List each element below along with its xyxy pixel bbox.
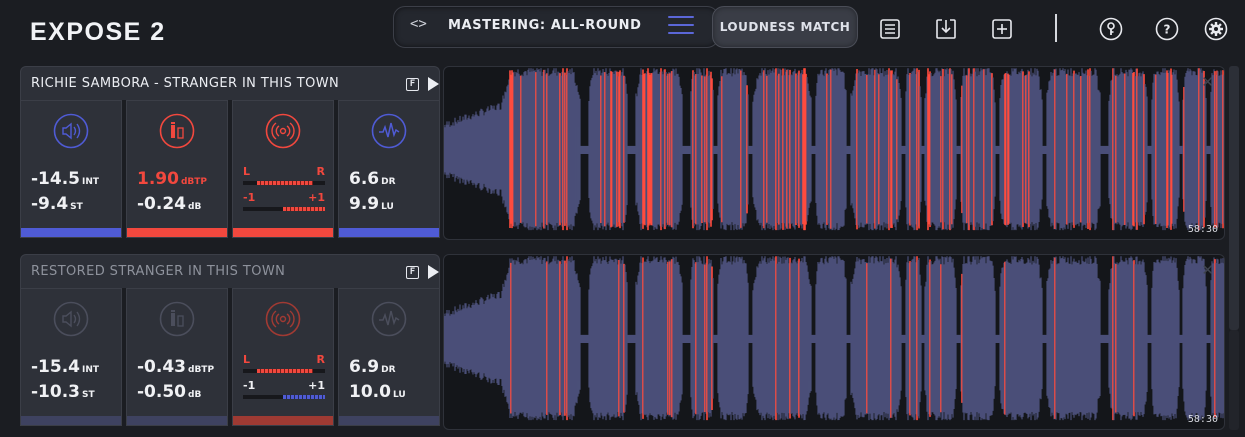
true-peak-value: -0.43 dBTP bbox=[137, 357, 215, 377]
app-title: EXPOSE 2 bbox=[30, 18, 166, 46]
track-panel: RICHIE SAMBORA - STRANGER IN THIS TOWN F… bbox=[20, 66, 1225, 240]
close-track-icon[interactable]: ✕ bbox=[1201, 73, 1214, 91]
waveform-display[interactable]: ✕ 58:30 bbox=[443, 66, 1225, 240]
correlation-labels: -1 +1 bbox=[243, 379, 325, 392]
settings-gear-icon[interactable] bbox=[1204, 17, 1228, 41]
speaker-icon bbox=[53, 301, 89, 337]
preset-menu-icon[interactable] bbox=[668, 16, 694, 36]
loudness-cell[interactable]: -14.5 INT -9.4 ST bbox=[20, 100, 122, 238]
track-title: RICHIE SAMBORA - STRANGER IN THIS TOWN bbox=[31, 76, 340, 91]
help-icon[interactable]: ? bbox=[1155, 17, 1179, 41]
peak-cell[interactable]: 1.90 dBTP -0.24 dB bbox=[126, 100, 228, 238]
peak-meter-icon bbox=[159, 113, 195, 149]
loudness-range-value: 9.9 LU bbox=[349, 194, 394, 214]
preset-name[interactable]: MASTERING: ALL-ROUND bbox=[448, 18, 642, 33]
track-header: RICHIE SAMBORA - STRANGER IN THIS TOWN F bbox=[20, 66, 440, 100]
focus-button[interactable]: F bbox=[406, 266, 419, 279]
stereo-radiate-icon bbox=[265, 113, 301, 149]
correlation-meter bbox=[243, 207, 325, 211]
peak-meter-icon bbox=[159, 301, 195, 337]
short-term-loudness: -9.4 ST bbox=[31, 194, 83, 214]
dynamics-cell[interactable]: 6.6 DR 9.9 LU bbox=[338, 100, 440, 238]
track-duration: 58:30 bbox=[1187, 224, 1218, 235]
status-bar-muted-blue bbox=[339, 416, 439, 425]
add-track-icon[interactable] bbox=[990, 17, 1014, 41]
short-term-loudness: -10.3 ST bbox=[31, 382, 95, 402]
toolbar-divider bbox=[1055, 14, 1057, 42]
dynamic-range-value: 6.9 DR bbox=[349, 357, 396, 377]
track-title: RESTORED STRANGER IN THIS TOWN bbox=[31, 264, 286, 279]
peak-db-value: -0.50 dB bbox=[137, 382, 202, 402]
waveform-pulse-icon bbox=[371, 301, 407, 337]
peak-db-value: -0.24 dB bbox=[137, 194, 202, 214]
integrated-loudness: -15.4 INT bbox=[31, 357, 100, 377]
svg-text:?: ? bbox=[1164, 23, 1171, 37]
waveform-pulse-icon bbox=[371, 113, 407, 149]
preset-selector[interactable]: <> MASTERING: ALL-ROUND bbox=[393, 6, 719, 48]
true-peak-value: 1.90 dBTP bbox=[137, 169, 207, 189]
status-bar-blue bbox=[339, 228, 439, 237]
dynamic-range-value: 6.6 DR bbox=[349, 169, 396, 189]
integrated-loudness: -14.5 INT bbox=[31, 169, 100, 189]
waveform[interactable] bbox=[444, 255, 1225, 430]
dynamics-cell[interactable]: 6.9 DR 10.0 LU bbox=[338, 288, 440, 426]
track-panel: RESTORED STRANGER IN THIS TOWN F -15.4 IN… bbox=[20, 254, 1225, 430]
play-icon[interactable] bbox=[428, 77, 439, 91]
import-icon[interactable] bbox=[934, 17, 958, 41]
status-bar-blue bbox=[21, 228, 121, 237]
status-bar-muted-red bbox=[233, 416, 333, 425]
track-header: RESTORED STRANGER IN THIS TOWN F bbox=[20, 254, 440, 288]
loudness-match-button[interactable]: LOUDNESS MATCH bbox=[712, 6, 858, 48]
vertical-scrollbar[interactable] bbox=[1229, 66, 1239, 330]
peak-cell[interactable]: -0.43 dBTP -0.50 dB bbox=[126, 288, 228, 426]
waveform[interactable] bbox=[444, 67, 1225, 240]
focus-button[interactable]: F bbox=[406, 78, 419, 91]
speaker-icon bbox=[53, 113, 89, 149]
loudness-range-value: 10.0 LU bbox=[349, 382, 406, 402]
play-icon[interactable] bbox=[428, 265, 439, 279]
stereo-balance-meter bbox=[243, 181, 325, 185]
status-bar-red bbox=[127, 228, 227, 237]
stereo-radiate-icon bbox=[265, 301, 301, 337]
correlation-labels: -1 +1 bbox=[243, 191, 325, 204]
status-bar-red bbox=[233, 228, 333, 237]
status-bar-muted-blue bbox=[127, 416, 227, 425]
preset-prev-next-icon[interactable]: <> bbox=[410, 16, 427, 32]
status-bar-muted-blue bbox=[21, 416, 121, 425]
correlation-meter bbox=[243, 395, 325, 399]
track-duration: 58:30 bbox=[1187, 414, 1218, 425]
stereo-cell[interactable]: LR -1 +1 bbox=[232, 288, 334, 426]
stereo-lr-labels: LR bbox=[243, 165, 325, 178]
close-track-icon[interactable]: ✕ bbox=[1201, 261, 1214, 279]
stereo-lr-labels: LR bbox=[243, 353, 325, 366]
stereo-cell[interactable]: LR -1 +1 bbox=[232, 100, 334, 238]
report-icon[interactable] bbox=[878, 17, 902, 41]
loudness-cell[interactable]: -15.4 INT -10.3 ST bbox=[20, 288, 122, 426]
stereo-balance-meter bbox=[243, 369, 325, 373]
waveform-display[interactable]: ✕ 58:30 bbox=[443, 254, 1225, 430]
scrollbar-track bbox=[1229, 330, 1239, 430]
key-icon[interactable] bbox=[1099, 17, 1123, 41]
